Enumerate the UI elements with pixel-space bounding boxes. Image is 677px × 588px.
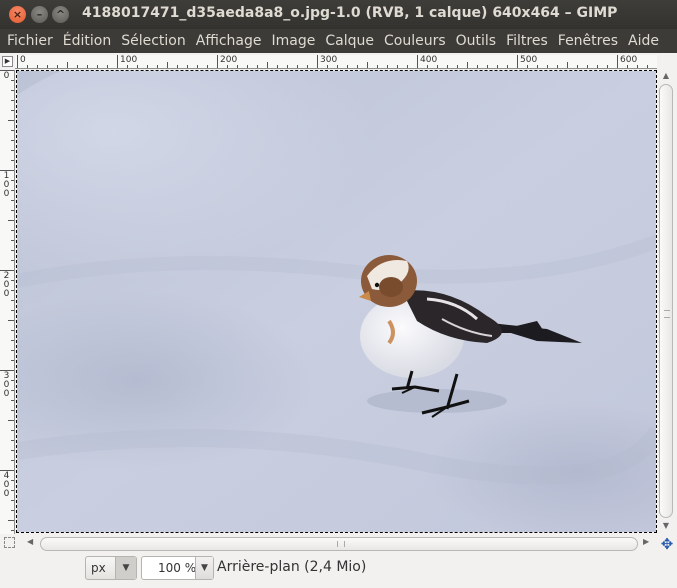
- hruler-label-100: 100: [120, 55, 138, 65]
- hruler-label-500: 500: [520, 55, 538, 65]
- vruler-label-0: 0: [3, 71, 10, 81]
- status-bar: px ▼ 100 % ▼ Arrière-plan (2,4 Mio): [0, 553, 677, 588]
- triangle-right-icon[interactable]: ▶: [2, 56, 13, 67]
- grip-icon: [664, 310, 670, 318]
- scroll-left-icon[interactable]: ◀: [27, 537, 33, 546]
- navigate-icon[interactable]: ✥: [659, 536, 675, 552]
- zoom-value[interactable]: 100 %: [158, 561, 196, 575]
- menu-edition[interactable]: Édition: [58, 33, 116, 49]
- hruler-label-300: 300: [320, 55, 338, 65]
- menu-filtres[interactable]: Filtres: [501, 33, 553, 49]
- scroll-right-icon[interactable]: ▶: [643, 537, 649, 546]
- hruler-label-0: 0: [20, 55, 26, 65]
- chevron-down-icon[interactable]: ▼: [195, 557, 213, 579]
- title-bar: × – ^ 4188017471_d35aeda8a8_o.jpg-1.0 (R…: [0, 0, 677, 29]
- layer-info: Arrière-plan (2,4 Mio): [217, 559, 367, 575]
- maximize-icon: ^: [55, 8, 66, 21]
- horizontal-ruler[interactable]: 0 100 200 300 400 500 600: [15, 55, 657, 69]
- vruler-label-200: 200: [3, 271, 10, 299]
- vruler-label-400: 400: [3, 471, 10, 499]
- menu-fenetres[interactable]: Fenêtres: [553, 33, 623, 49]
- maximize-window-button[interactable]: ^: [52, 6, 69, 23]
- chevron-down-icon[interactable]: ▼: [115, 557, 136, 579]
- minimize-icon: –: [36, 8, 43, 21]
- hruler-label-600: 600: [620, 55, 638, 65]
- close-icon: ×: [12, 8, 23, 21]
- minimize-window-button[interactable]: –: [31, 6, 48, 23]
- canvas-area: ▶ 0 100 200 300 400 500 600 0 100 200 30…: [0, 53, 677, 553]
- hruler-label-200: 200: [220, 55, 238, 65]
- zoom-select[interactable]: 100 % ▼: [141, 556, 214, 580]
- scroll-up-icon[interactable]: ▲: [659, 70, 673, 82]
- grip-icon: [337, 541, 345, 547]
- hruler-label-400: 400: [420, 55, 438, 65]
- horizontal-scroll-thumb[interactable]: [40, 537, 638, 551]
- window-title: 4188017471_d35aeda8a8_o.jpg-1.0 (RVB, 1 …: [82, 5, 618, 21]
- vertical-ruler-ticks: [0, 70, 14, 531]
- unit-select[interactable]: px ▼: [85, 556, 137, 580]
- snow-bunting-photo: [17, 71, 656, 532]
- horizontal-scrollbar-row: ◀ ▶ ✥: [0, 534, 677, 554]
- vertical-ruler[interactable]: 0 100 200 300 400: [0, 70, 15, 534]
- vruler-label-300: 300: [3, 371, 10, 399]
- vertical-scrollbar[interactable]: ▲ ▼: [657, 70, 675, 532]
- close-window-button[interactable]: ×: [9, 6, 26, 23]
- scroll-down-icon[interactable]: ▼: [659, 520, 673, 532]
- menu-couleurs[interactable]: Couleurs: [379, 33, 451, 49]
- menu-image[interactable]: Image: [267, 33, 321, 49]
- menu-selection[interactable]: Sélection: [116, 33, 191, 49]
- unit-value: px: [91, 561, 106, 575]
- quick-mask-icon[interactable]: [4, 537, 15, 548]
- menu-aide[interactable]: Aide: [623, 33, 664, 49]
- menu-bar: Fichier Édition Sélection Affichage Imag…: [0, 29, 677, 53]
- menu-fichier[interactable]: Fichier: [2, 33, 58, 49]
- vruler-label-100: 100: [3, 171, 10, 199]
- menu-affichage[interactable]: Affichage: [191, 33, 267, 49]
- image-canvas[interactable]: [16, 70, 657, 533]
- menu-calque[interactable]: Calque: [320, 33, 379, 49]
- menu-outils[interactable]: Outils: [451, 33, 501, 49]
- vertical-scroll-thumb[interactable]: [659, 84, 673, 518]
